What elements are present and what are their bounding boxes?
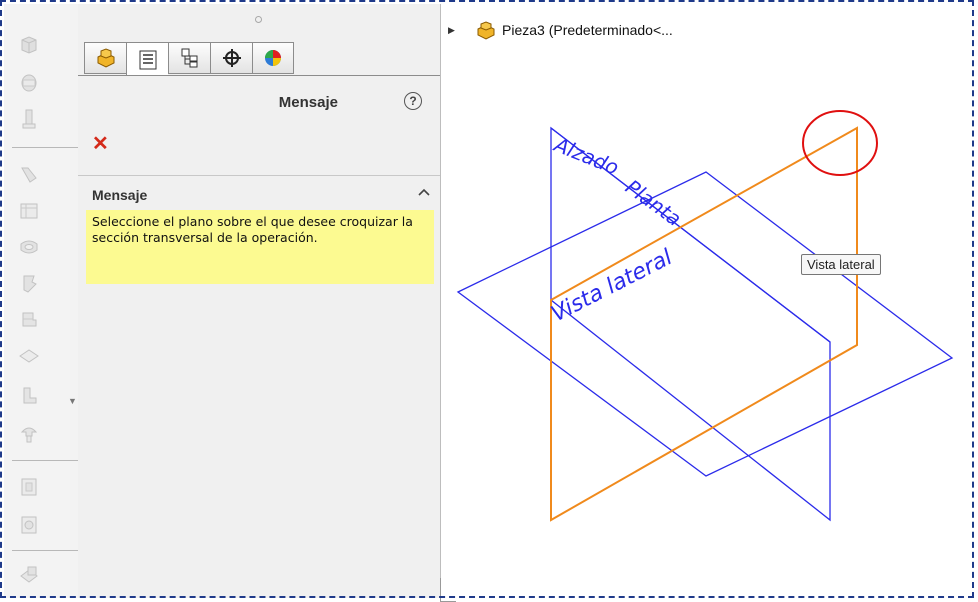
right-plane bbox=[550, 126, 858, 522]
plane-tooltip: Vista lateral bbox=[801, 254, 881, 275]
top-plane bbox=[456, 171, 954, 477]
right-plane-label: Vista lateral bbox=[547, 245, 676, 327]
highlight-circle bbox=[802, 110, 878, 176]
graphics-viewport[interactable]: Alzado Planta Vista lateral bbox=[0, 0, 978, 602]
panel-resize-corner[interactable] bbox=[440, 578, 456, 602]
front-plane bbox=[550, 126, 831, 522]
top-plane-label: Planta bbox=[621, 175, 686, 231]
expand-arrow-icon[interactable]: ▶ bbox=[448, 25, 476, 36]
part-name-label: Pieza3 (Predeterminado<... bbox=[502, 22, 673, 38]
front-plane-label: Alzado bbox=[549, 132, 622, 180]
part-icon bbox=[476, 20, 496, 40]
feature-tree-root[interactable]: ▶ Pieza3 (Predeterminado<... bbox=[448, 18, 673, 42]
